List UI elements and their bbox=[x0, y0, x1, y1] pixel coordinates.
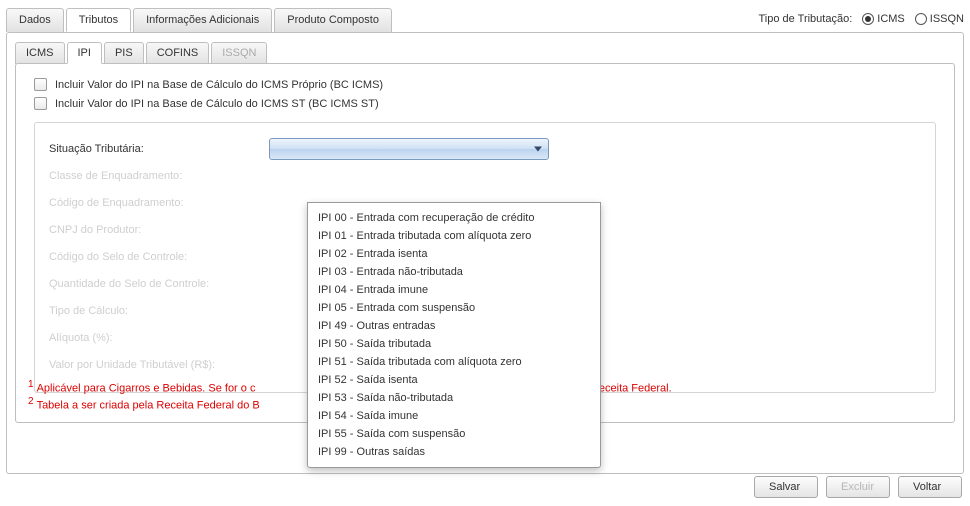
dropdown-option[interactable]: IPI 04 - Entrada imune bbox=[308, 281, 600, 299]
dropdown-option[interactable]: IPI 50 - Saída tributada bbox=[308, 335, 600, 353]
combo-situacao-tributaria[interactable] bbox=[269, 138, 549, 160]
tax-type-label: Tipo de Tributação: bbox=[759, 13, 853, 25]
dropdown-option[interactable]: IPI 49 - Outras entradas bbox=[308, 317, 600, 335]
label-situacao: Situação Tributária: bbox=[49, 143, 269, 155]
checkbox-bc-icms-st[interactable] bbox=[34, 97, 47, 110]
dropdown-option[interactable]: IPI 01 - Entrada tributada com alíquota … bbox=[308, 227, 600, 245]
dropdown-option[interactable]: IPI 53 - Saída não-tributada bbox=[308, 389, 600, 407]
bottom-button-row: Salvar Excluir Voltar bbox=[754, 476, 962, 498]
inner-tab-issqn: ISSQN bbox=[211, 42, 267, 64]
dropdown-option[interactable]: IPI 02 - Entrada isenta bbox=[308, 245, 600, 263]
checkbox-bc-icms-row: Incluir Valor do IPI na Base de Cálculo … bbox=[34, 78, 936, 91]
field-situacao: Situação Tributária: bbox=[49, 135, 921, 162]
dropdown-option[interactable]: IPI 52 - Saída isenta bbox=[308, 371, 600, 389]
dropdown-option[interactable]: IPI 05 - Entrada com suspensão bbox=[308, 299, 600, 317]
inner-tab-strip: ICMS IPI PIS COFINS ISSQN bbox=[15, 41, 955, 63]
checkbox-bc-icms-label: Incluir Valor do IPI na Base de Cálculo … bbox=[55, 79, 383, 91]
delete-button: Excluir bbox=[826, 476, 890, 498]
checkbox-bc-icms-st-row: Incluir Valor do IPI na Base de Cálculo … bbox=[34, 97, 936, 110]
inner-tab-pis[interactable]: PIS bbox=[104, 42, 144, 64]
radio-icms[interactable]: ICMS bbox=[862, 13, 905, 25]
inner-tab-ipi[interactable]: IPI bbox=[67, 42, 102, 64]
top-tab-row: Dados Tributos Informações Adicionais Pr… bbox=[6, 6, 964, 32]
save-button[interactable]: Salvar bbox=[754, 476, 818, 498]
dropdown-option[interactable]: IPI 03 - Entrada não-tributada bbox=[308, 263, 600, 281]
dropdown-option[interactable]: IPI 00 - Entrada com recuperação de créd… bbox=[308, 209, 600, 227]
dropdown-option[interactable]: IPI 51 - Saída tributada com alíquota ze… bbox=[308, 353, 600, 371]
inner-tab-cofins[interactable]: COFINS bbox=[146, 42, 210, 64]
tab-dados[interactable]: Dados bbox=[6, 8, 64, 32]
tax-type-group: Tipo de Tributação: ICMS ISSQN bbox=[759, 13, 965, 25]
tributos-panel: ICMS IPI PIS COFINS ISSQN Incluir Valor … bbox=[6, 32, 964, 474]
product-tax-window: Dados Tributos Informações Adicionais Pr… bbox=[0, 0, 970, 506]
dropdown-option[interactable]: IPI 54 - Saída imune bbox=[308, 407, 600, 425]
dropdown-option[interactable]: IPI 99 - Outras saídas bbox=[308, 443, 600, 461]
tab-info-adicionais[interactable]: Informações Adicionais bbox=[133, 8, 272, 32]
dropdown-option[interactable]: IPI 55 - Saída com suspensão bbox=[308, 425, 600, 443]
field-classe-enq: Classe de Enquadramento: bbox=[49, 162, 921, 189]
top-tab-strip: Dados Tributos Informações Adicionais Pr… bbox=[6, 7, 394, 31]
radio-dot-icon bbox=[862, 13, 874, 25]
back-button[interactable]: Voltar bbox=[898, 476, 962, 498]
inner-tab-icms[interactable]: ICMS bbox=[15, 42, 65, 64]
tab-tributos[interactable]: Tributos bbox=[66, 8, 131, 32]
chevron-down-icon bbox=[534, 146, 542, 151]
checkbox-bc-icms[interactable] bbox=[34, 78, 47, 91]
tab-produto-composto[interactable]: Produto Composto bbox=[274, 8, 392, 32]
checkbox-bc-icms-st-label: Incluir Valor do IPI na Base de Cálculo … bbox=[55, 98, 379, 110]
situacao-dropdown-list[interactable]: IPI 00 - Entrada com recuperação de créd… bbox=[307, 202, 601, 468]
radio-empty-icon bbox=[915, 13, 927, 25]
radio-issqn[interactable]: ISSQN bbox=[915, 13, 964, 25]
